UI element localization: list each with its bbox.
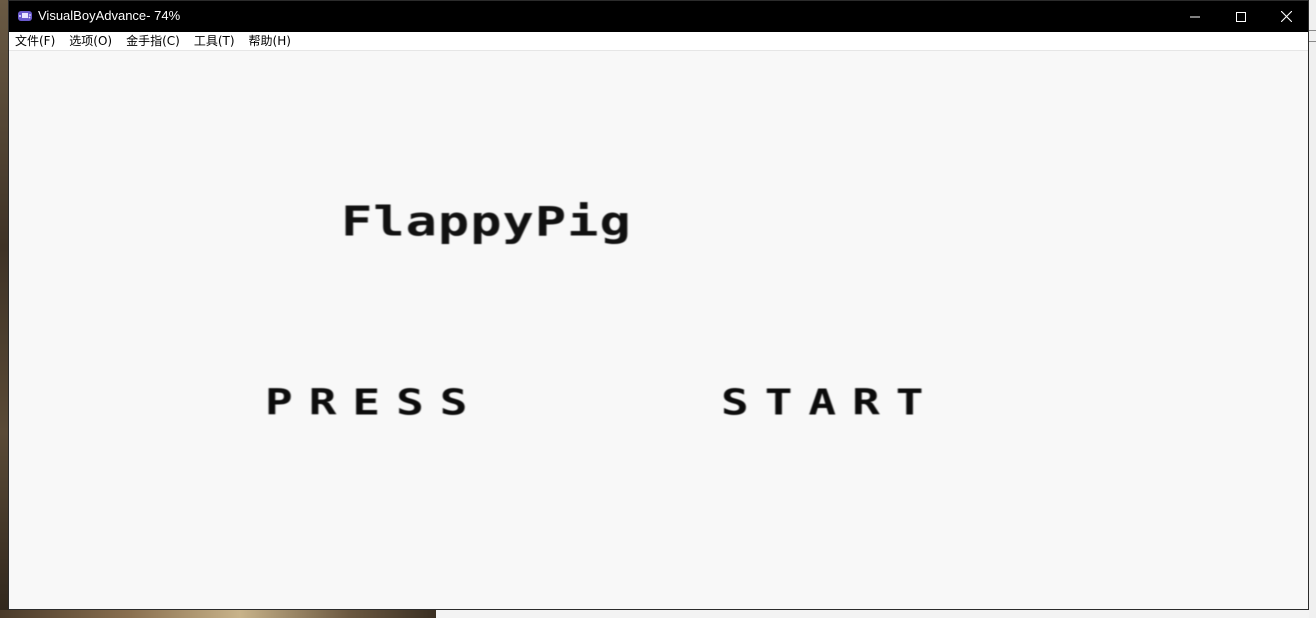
gameboy-advance-icon <box>17 8 33 24</box>
window-title: VisualBoyAdvance- 74% <box>38 8 181 23</box>
menu-tools[interactable]: 工具(T) <box>187 32 242 51</box>
background-window-edge <box>1309 0 1316 618</box>
game-title: FlappyPig <box>341 199 632 246</box>
close-icon <box>1280 7 1292 26</box>
menu-options[interactable]: 选项(O) <box>62 32 119 51</box>
emulator-window: VisualBoyAdvance- 74% 文件(F) 选项(O) 金手指(C)… <box>8 0 1309 610</box>
maximize-button[interactable] <box>1218 1 1264 32</box>
title-bar[interactable]: VisualBoyAdvance- 74% <box>9 1 1308 32</box>
press-label: PRESS <box>265 381 484 424</box>
minimize-icon <box>1190 7 1200 26</box>
desktop-background-bottom <box>0 610 436 618</box>
menu-help[interactable]: 帮助(H) <box>242 32 298 51</box>
maximize-icon <box>1236 7 1246 26</box>
minimize-button[interactable] <box>1172 1 1218 32</box>
close-button[interactable] <box>1263 1 1309 32</box>
start-label: START <box>721 381 940 424</box>
game-screen[interactable]: FlappyPig PRESS START <box>9 51 1308 609</box>
desktop-background-left <box>0 0 8 618</box>
menu-cheats[interactable]: 金手指(C) <box>119 32 187 51</box>
desktop-background-bottom-right <box>436 610 1316 618</box>
menu-bar: 文件(F) 选项(O) 金手指(C) 工具(T) 帮助(H) <box>9 32 1308 51</box>
background-window-sliver <box>1309 30 1316 42</box>
menu-file[interactable]: 文件(F) <box>9 32 62 51</box>
